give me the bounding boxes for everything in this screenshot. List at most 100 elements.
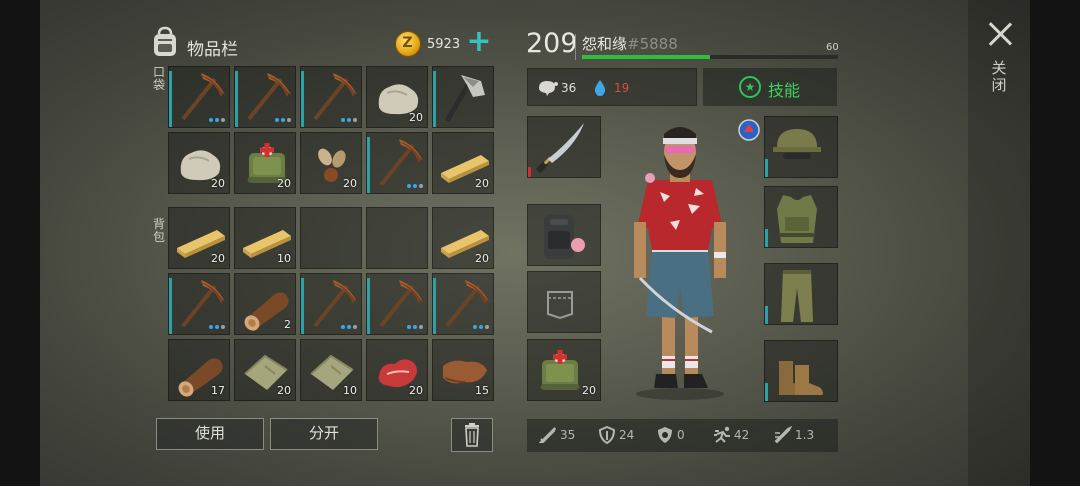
survival-stats: 36 19 <box>527 68 697 106</box>
durability-bar <box>765 229 768 247</box>
backpack-slot[interactable] <box>300 207 362 269</box>
armor-slot[interactable] <box>764 116 838 178</box>
equipment-slot[interactable] <box>527 204 601 266</box>
combat-stats-bar: 35 24 0 42 1.3 <box>527 419 838 452</box>
durability-bar <box>765 306 768 324</box>
item-count: 20 <box>211 177 225 190</box>
pants-icon <box>781 270 813 322</box>
durability-bar <box>367 278 370 334</box>
pocket-slot[interactable] <box>432 66 494 128</box>
hatchet-icon <box>444 75 485 123</box>
quality-dots <box>273 118 291 122</box>
hunger-icon <box>539 81 558 96</box>
item-count: 15 <box>475 384 489 397</box>
level-divider <box>575 34 576 60</box>
pocket-slot[interactable] <box>366 132 428 194</box>
shield-icon <box>598 426 616 444</box>
backpack-slot[interactable]: 20 <box>234 339 296 401</box>
item-count: 20 <box>343 177 357 190</box>
trash-button[interactable] <box>451 418 493 452</box>
quality-dots <box>339 325 357 329</box>
use-button[interactable]: 使用 <box>156 418 264 450</box>
backpack-slot[interactable] <box>300 273 362 335</box>
backpack-title-icon <box>154 26 176 56</box>
toxic-icon <box>658 427 672 443</box>
backpack-slot[interactable] <box>366 273 428 335</box>
pocket-slot[interactable] <box>168 66 230 128</box>
backpack-slot[interactable]: 20 <box>168 207 230 269</box>
skills-label: 技能 <box>768 81 801 100</box>
backpack-slot[interactable]: 17 <box>168 339 230 401</box>
durability-bar <box>169 71 172 127</box>
durability-bar <box>528 167 531 177</box>
add-coins-button[interactable]: + <box>466 27 492 57</box>
backpack-slot[interactable] <box>366 207 428 269</box>
left-letterbox <box>0 0 40 486</box>
equipment-slot[interactable] <box>527 116 601 178</box>
backpack-slot[interactable]: 10 <box>234 207 296 269</box>
durability-bar <box>169 278 172 334</box>
backpack-slot[interactable]: 20 <box>432 207 494 269</box>
durability-bar <box>301 278 304 334</box>
trash-icon <box>465 423 479 447</box>
quality-dots <box>207 325 225 329</box>
armor-slot[interactable] <box>764 340 838 402</box>
pocket-slot[interactable]: 20 <box>234 132 296 194</box>
pocket-label: 口袋 <box>152 65 165 92</box>
item-count: 20 <box>277 384 291 397</box>
equipment-slot[interactable] <box>527 271 601 333</box>
item-count: 2 <box>284 318 291 331</box>
pocket-slot[interactable]: 20 <box>300 132 362 194</box>
hunger-value: 36 <box>561 81 577 95</box>
armor-slot[interactable] <box>764 263 838 325</box>
quality-dots <box>339 118 357 122</box>
backpack-slot[interactable]: 10 <box>300 339 362 401</box>
item-count: 20 <box>211 252 225 265</box>
durability-bar <box>235 71 238 127</box>
player-name: 怨和缘#5888 <box>582 35 678 53</box>
pocket-slot[interactable] <box>300 66 362 128</box>
quality-dots <box>405 184 423 188</box>
pocket-slot[interactable] <box>234 66 296 128</box>
armor-slot[interactable] <box>764 186 838 248</box>
durability-bar <box>765 383 768 401</box>
close-label: 关闭 <box>991 59 1007 94</box>
backpack-slot[interactable]: 2 <box>234 273 296 335</box>
backpack-slot[interactable]: 15 <box>432 339 494 401</box>
close-button[interactable] <box>986 20 1014 48</box>
durability-bar <box>301 71 304 127</box>
helmet-icon <box>773 129 821 159</box>
backpack-slot[interactable] <box>168 273 230 335</box>
coin-amount: 5923 <box>427 37 461 52</box>
pocket-slot[interactable]: 20 <box>432 132 494 194</box>
durability-bar <box>367 137 370 193</box>
backpack-slot[interactable] <box>432 273 494 335</box>
player-character <box>634 127 726 400</box>
split-button[interactable]: 分开 <box>270 418 378 450</box>
katana-icon <box>535 123 584 174</box>
player-level: 209 <box>526 28 578 59</box>
item-count: 20 <box>475 252 489 265</box>
item-count: 20 <box>475 177 489 190</box>
xp-bar <box>582 55 838 59</box>
right-letterbox <box>1030 0 1080 486</box>
xp-max: 60 <box>826 42 839 53</box>
backpack-slot[interactable]: 20 <box>366 339 428 401</box>
pocket-slot[interactable]: 20 <box>366 66 428 128</box>
durability-bar <box>765 159 768 177</box>
backpack-icon <box>544 215 585 259</box>
skills-button[interactable]: ★ 技能 <box>703 68 837 106</box>
backpack-label: 背包 <box>152 217 165 244</box>
thirst-icon <box>594 80 606 96</box>
equipment-slot[interactable]: 20 <box>527 339 601 401</box>
quality-dots <box>405 325 423 329</box>
thirst-value: 19 <box>614 81 630 95</box>
item-count: 17 <box>211 384 225 397</box>
vest-icon <box>777 195 817 243</box>
pocket-slot[interactable]: 20 <box>168 132 230 194</box>
item-count: 10 <box>343 384 357 397</box>
quality-dots <box>471 325 489 329</box>
fast-sword-icon <box>774 426 792 444</box>
xp-bar-fill <box>582 55 710 59</box>
inventory-title: 物品栏 <box>187 40 238 60</box>
